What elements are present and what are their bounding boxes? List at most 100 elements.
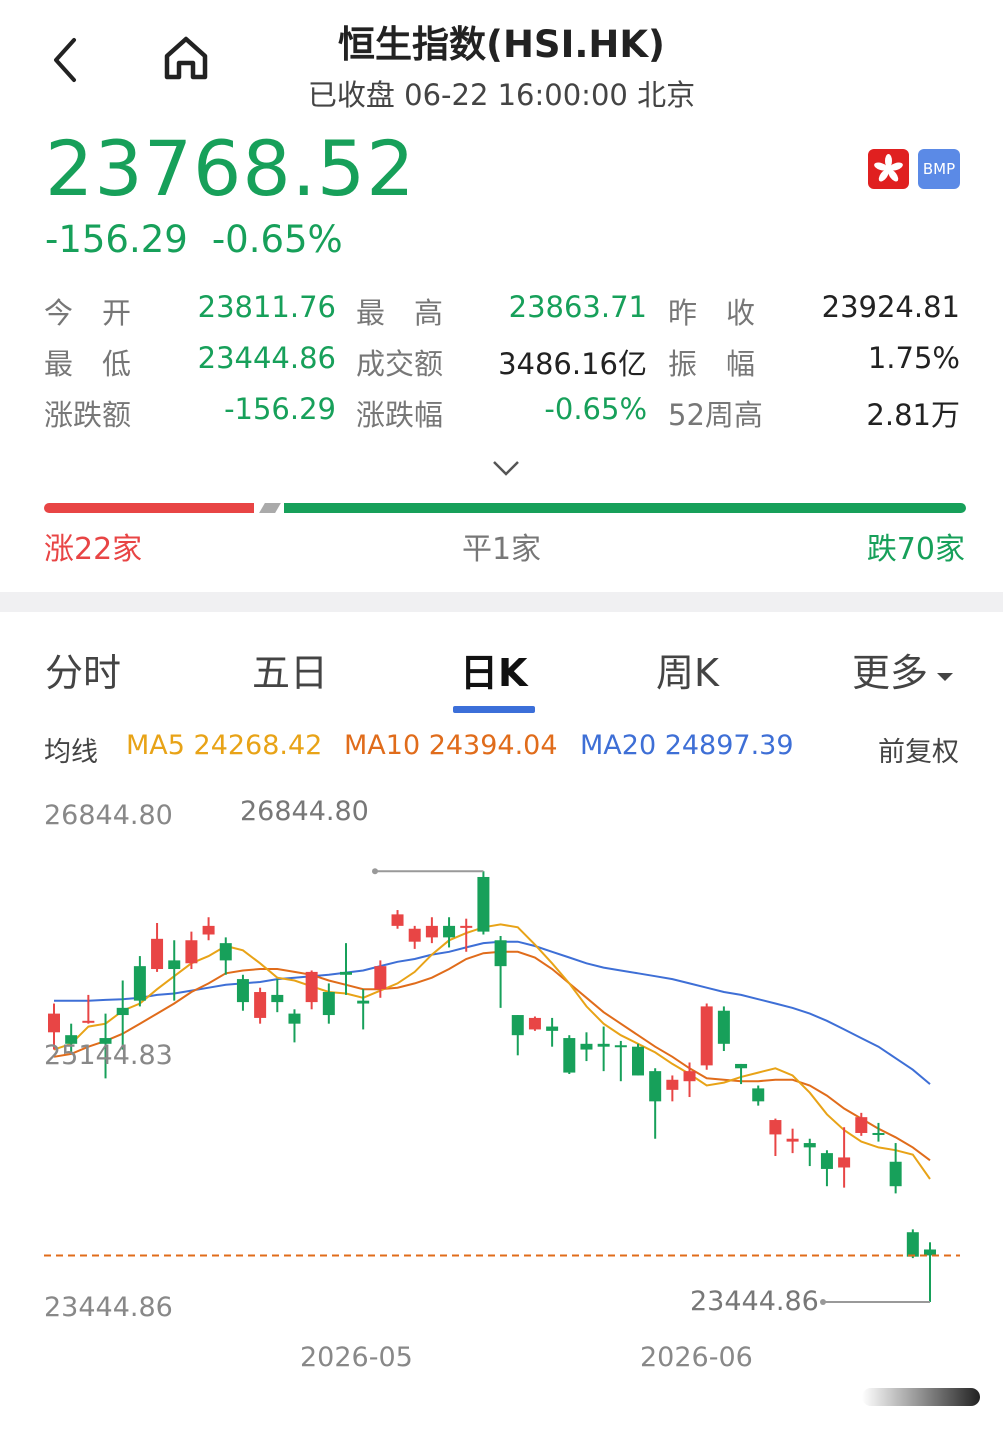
candle-body	[116, 1007, 129, 1016]
stat-value: -0.65%	[544, 392, 647, 426]
price-adjust-toggle[interactable]: 前复权	[878, 730, 959, 769]
candle-body	[185, 940, 198, 964]
candle-body	[219, 943, 232, 961]
change-percent: -0.65%	[211, 218, 343, 261]
bmp-badge[interactable]: BMP	[918, 149, 960, 189]
chevron-down-icon	[493, 461, 519, 476]
candle-body	[769, 1120, 782, 1135]
candle-body	[82, 1020, 95, 1023]
candle-body	[855, 1117, 868, 1133]
stat-label: 52周高	[668, 398, 763, 432]
candle-body	[236, 979, 249, 1003]
candle-body	[528, 1017, 541, 1030]
last-price: 23768.52	[45, 124, 416, 213]
low-marker-dot	[820, 1298, 826, 1305]
candle-body	[48, 1013, 60, 1033]
candle-body	[322, 992, 335, 1016]
back-button[interactable]	[42, 30, 92, 90]
chevron-left-icon	[54, 38, 76, 82]
stat-label: 最 低	[44, 347, 132, 381]
candlestick-chart[interactable]	[0, 780, 1003, 1380]
candle-body	[803, 1143, 816, 1148]
high-marker-label: 26844.80	[240, 796, 369, 827]
tab-five-day[interactable]: 五日	[252, 642, 328, 697]
candle-body	[546, 1026, 559, 1031]
unchanged-count: 平1家	[461, 532, 542, 567]
stat-label: 最 高	[356, 296, 444, 330]
candle-body	[202, 925, 215, 935]
candle-body	[580, 1043, 593, 1050]
tab-more[interactable]: 更多	[852, 642, 956, 697]
advancers-bar	[44, 503, 254, 513]
candle-body	[597, 1043, 610, 1047]
candle-body	[133, 966, 146, 1001]
high-marker-dot	[372, 868, 378, 875]
candle-body	[357, 1000, 370, 1004]
candle-body	[425, 925, 438, 938]
candle-body	[632, 1046, 644, 1076]
stats-row: 最 低 23444.86 成交额 3486.16亿 振 幅 1.75%	[44, 341, 960, 392]
top-bar: 恒生指数(HSI.HK) 已收盘 06-22 16:00:00 北京	[0, 0, 1003, 120]
stat-label: 涨跌额	[44, 398, 132, 432]
candle-body	[614, 1045, 627, 1048]
change-amount: -156.29	[45, 218, 188, 261]
candle-body	[700, 1006, 713, 1066]
tab-weekly-k[interactable]: 周K	[656, 642, 719, 697]
y-axis-max-label: 26844.80	[44, 800, 173, 831]
candle-body	[374, 966, 387, 990]
tab-intraday[interactable]: 分时	[45, 642, 121, 697]
stats-row: 涨跌额 -156.29 涨跌幅 -0.65% 52周高 2.81万	[44, 392, 960, 443]
hk-flag-icon[interactable]	[868, 149, 909, 189]
stat-label: 涨跌幅	[356, 398, 444, 432]
candle-body	[168, 960, 181, 970]
candle-body	[786, 1138, 799, 1142]
candle-body	[340, 971, 352, 975]
ma5-line	[53, 923, 931, 1180]
candle-body	[511, 1015, 524, 1036]
candle-body	[872, 1132, 885, 1135]
candle-body	[838, 1157, 851, 1168]
tab-daily-k[interactable]: 日K	[460, 642, 527, 697]
stat-label: 成交额	[356, 347, 444, 381]
x-axis-label-jun: 2026-06	[640, 1342, 753, 1373]
unchanged-bar	[259, 503, 281, 513]
home-icon	[164, 36, 208, 80]
ma10-line	[53, 950, 931, 1162]
chart-scroll-handle[interactable]	[862, 1386, 980, 1408]
candle-body	[683, 1071, 696, 1082]
ma5-value: MA5 24268.42	[126, 730, 323, 761]
stat-label: 振 幅	[668, 347, 756, 381]
candle-body	[717, 1010, 730, 1044]
ma20-line	[54, 940, 931, 1085]
decliners-bar	[284, 503, 966, 513]
candle-body	[254, 992, 267, 1018]
candle-body	[666, 1079, 679, 1090]
home-button[interactable]	[160, 32, 212, 84]
candle-body	[271, 994, 284, 1003]
stat-value: 23444.86	[197, 341, 336, 375]
y-axis-mid-label: 25144.83	[44, 1040, 173, 1071]
candle-body	[735, 1063, 748, 1069]
candle-body	[477, 876, 490, 932]
stats-grid: 今 开 23811.76 最 高 23863.71 昨 收 23924.81 最…	[44, 290, 960, 443]
candle-body	[820, 1153, 833, 1169]
price-change: -156.29 -0.65%	[45, 218, 367, 261]
low-marker-label: 23444.86	[690, 1286, 819, 1317]
candle-body	[391, 914, 404, 926]
candle-body	[443, 925, 456, 938]
candle-body	[906, 1232, 919, 1257]
stat-value: 23863.71	[508, 290, 647, 324]
ma-label: 均线	[44, 737, 98, 768]
x-axis-label-may: 2026-05	[300, 1342, 413, 1373]
ma20-value: MA20 24897.39	[580, 730, 794, 761]
candle-body	[408, 928, 421, 942]
candle-body	[460, 925, 473, 928]
stat-value: 3486.16亿	[498, 347, 647, 381]
section-divider	[0, 592, 1003, 612]
stat-value: 2.81万	[866, 398, 960, 432]
stat-label: 昨 收	[668, 296, 756, 330]
candle-body	[752, 1088, 765, 1102]
candle-body	[649, 1071, 662, 1102]
expand-stats-button[interactable]	[490, 455, 522, 481]
active-tab-indicator	[453, 706, 535, 713]
